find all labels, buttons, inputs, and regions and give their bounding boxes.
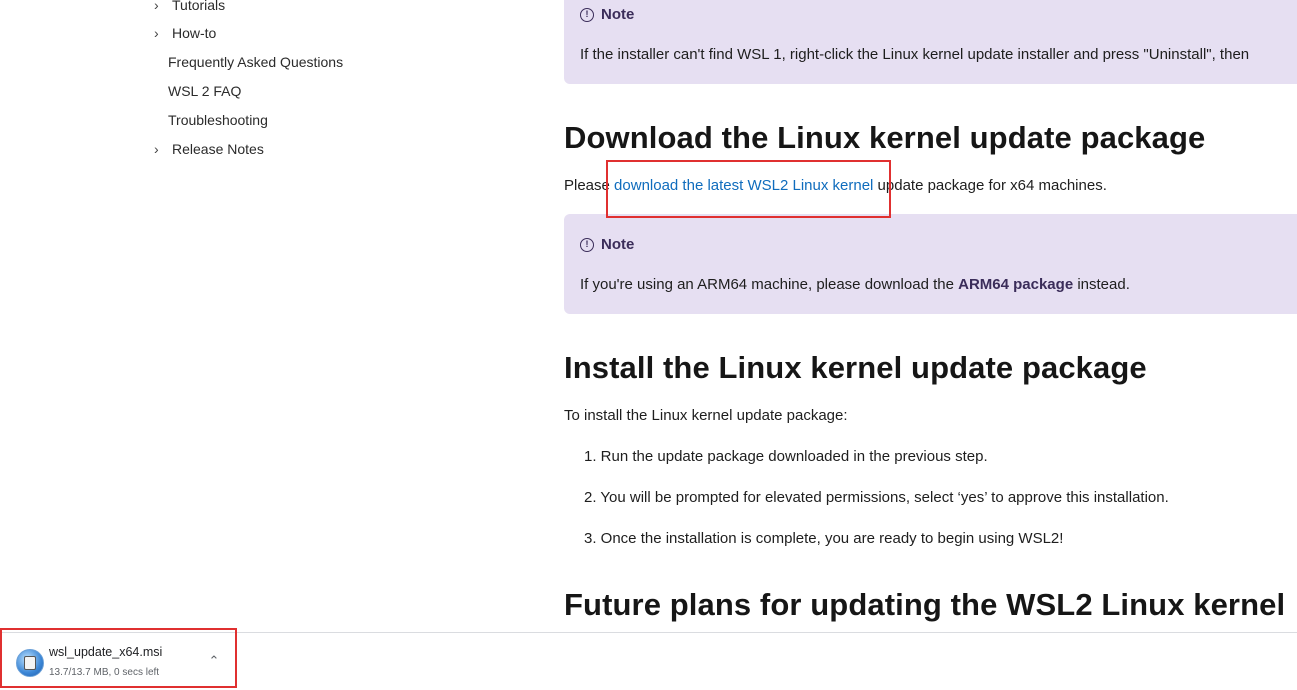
- note-text: If you're using an ARM64 machine, please…: [580, 276, 1130, 293]
- heading-future: Future plans for updating the WSL2 Linux…: [564, 587, 1286, 622]
- sidebar-item-label: Release Notes: [172, 141, 264, 157]
- download-kernel-link[interactable]: download the latest WSL2 Linux kernel: [614, 177, 873, 194]
- sidebar-item-label: Tutorials: [172, 0, 226, 13]
- note-callout-arm64: ! Note If you're using an ARM64 machine,…: [564, 214, 1297, 314]
- install-step: 3. Once the installation is complete, yo…: [584, 530, 1064, 547]
- note-callout: ! Note If the installer can't find WSL 1…: [564, 0, 1297, 84]
- download-status: 13.7/13.7 MB, 0 secs left: [49, 667, 160, 678]
- sidebar-item-label: WSL 2 FAQ: [168, 83, 242, 99]
- install-intro: To install the Linux kernel update packa…: [564, 407, 848, 424]
- note-title: Note: [601, 6, 635, 23]
- download-shelf: wsl_update_x64.msi 13.7/13.7 MB, 0 secs …: [0, 632, 1297, 690]
- note-header: ! Note: [580, 236, 634, 253]
- info-icon: !: [580, 7, 594, 22]
- installer-file-icon: [16, 649, 44, 677]
- sidebar-item-tutorials[interactable]: › Tutorials: [150, 0, 225, 16]
- heading-install: Install the Linux kernel update package: [564, 350, 1147, 385]
- chevron-right-icon: ›: [154, 141, 159, 157]
- sidebar-item-release-notes[interactable]: › Release Notes: [150, 138, 264, 160]
- chevron-up-icon[interactable]: ⌃: [206, 653, 222, 669]
- note-title: Note: [601, 236, 635, 253]
- chevron-right-icon: ›: [154, 0, 159, 13]
- sidebar-item-how-to[interactable]: › How-to: [150, 22, 216, 44]
- info-icon: !: [580, 237, 594, 252]
- install-step: 1. Run the update package downloaded in …: [584, 448, 988, 465]
- heading-download: Download the Linux kernel update package: [564, 120, 1206, 155]
- note-text: If the installer can't find WSL 1, right…: [580, 46, 1250, 63]
- sidebar-item-faq[interactable]: Frequently Asked Questions: [150, 51, 343, 73]
- sidebar-item-label: How-to: [172, 25, 217, 41]
- install-step: 2. You will be prompted for elevated per…: [584, 489, 1169, 506]
- note-header: ! Note: [580, 6, 634, 23]
- chevron-right-icon: ›: [154, 25, 159, 41]
- arm64-package-link[interactable]: ARM64 package: [958, 276, 1073, 293]
- sidebar-item-wsl2-faq[interactable]: WSL 2 FAQ: [150, 80, 241, 102]
- download-filename: wsl_update_x64.msi: [49, 645, 163, 659]
- download-paragraph: Please download the latest WSL2 Linux ke…: [564, 177, 1107, 194]
- download-item[interactable]: wsl_update_x64.msi 13.7/13.7 MB, 0 secs …: [4, 633, 234, 689]
- sidebar-item-troubleshooting[interactable]: Troubleshooting: [150, 109, 268, 131]
- sidebar-item-label: Frequently Asked Questions: [168, 54, 344, 70]
- sidebar-item-label: Troubleshooting: [168, 112, 268, 128]
